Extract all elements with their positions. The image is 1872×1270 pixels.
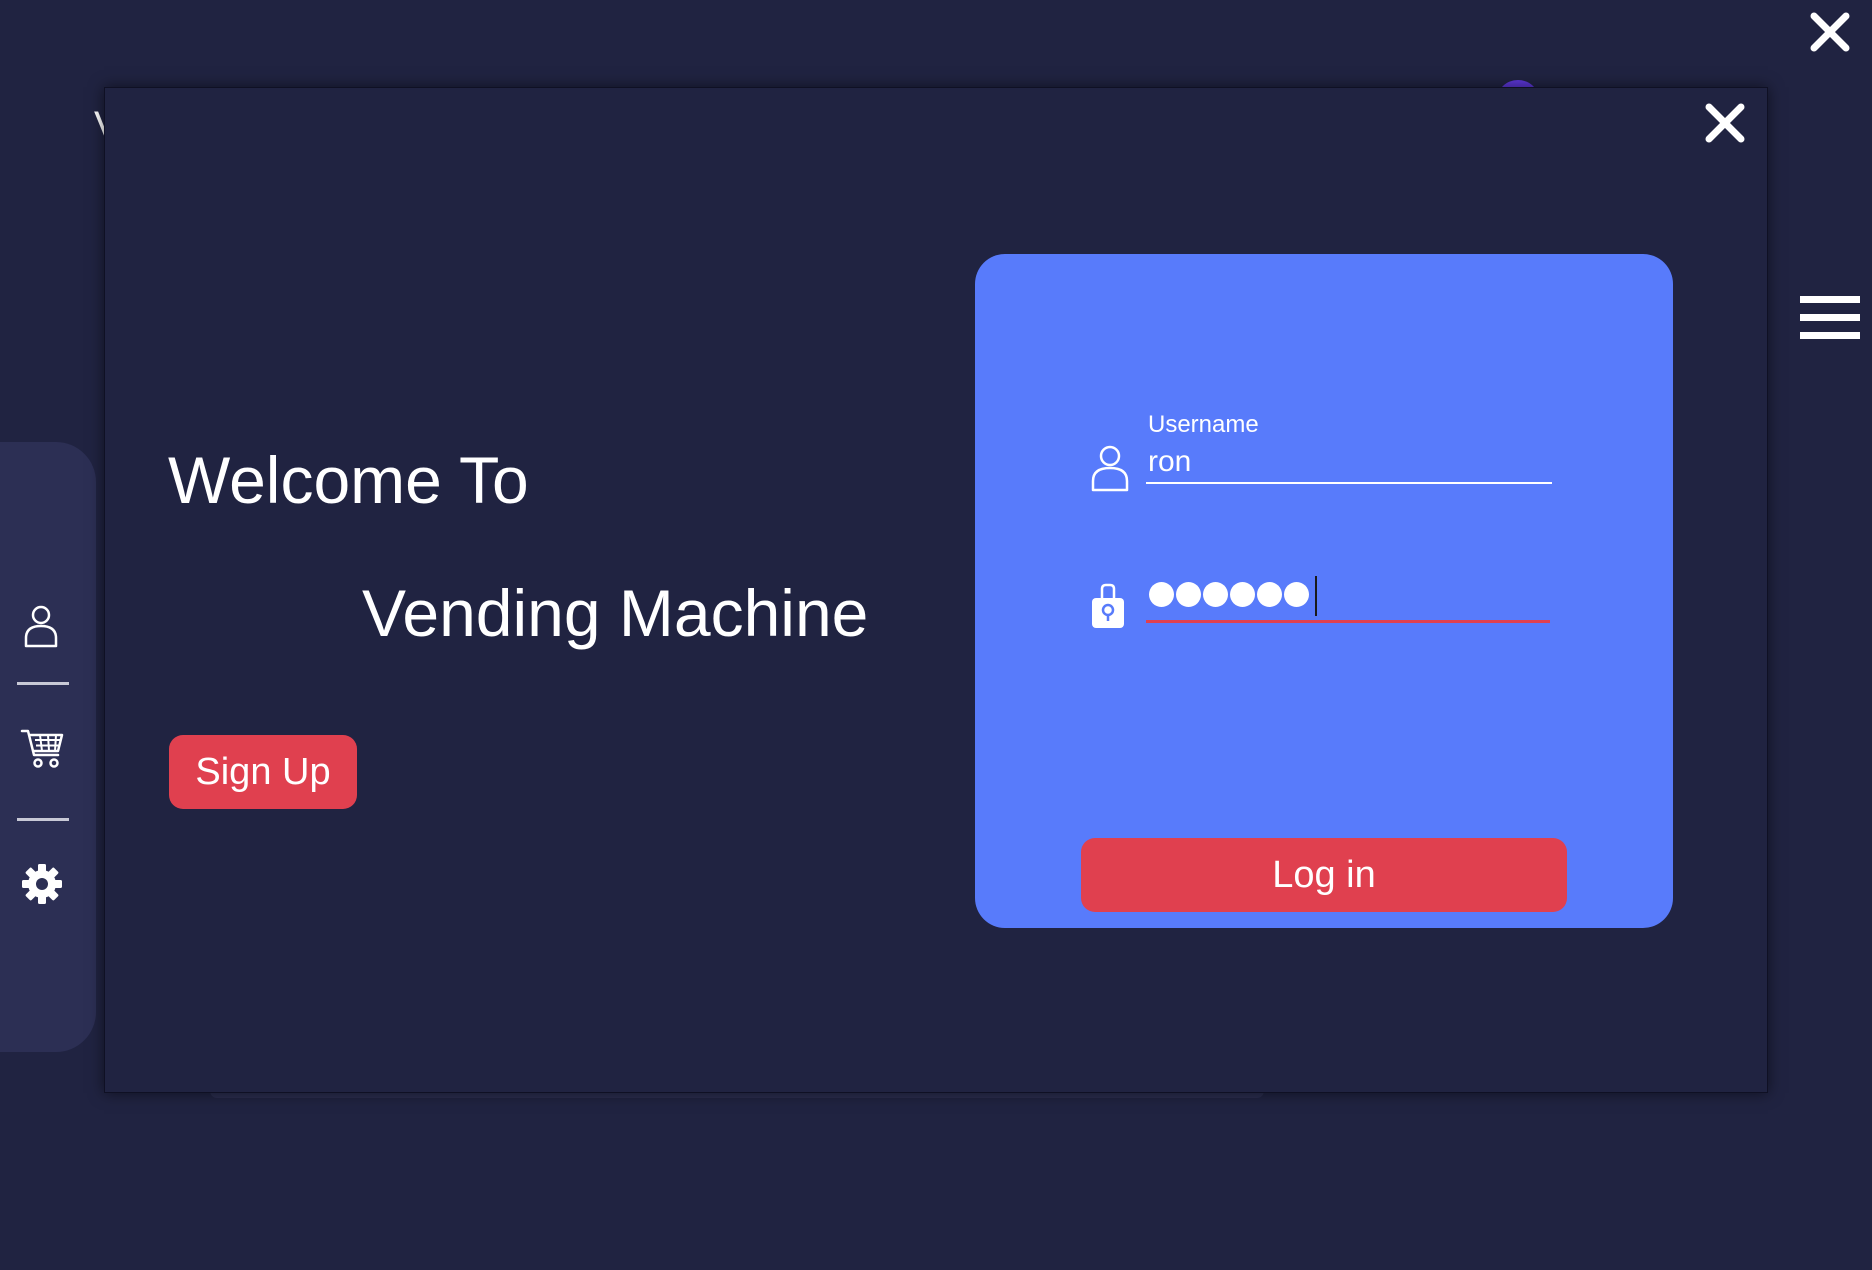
text-caret [1315, 576, 1317, 616]
username-label: Username [1148, 411, 1259, 438]
sidebar-divider [17, 682, 69, 685]
username-input[interactable] [1146, 442, 1552, 484]
password-dot [1284, 582, 1309, 607]
password-mask [1149, 582, 1309, 607]
password-input[interactable] [1146, 576, 1550, 623]
login-button[interactable]: Log in [1081, 838, 1567, 912]
sidebar-item-user[interactable] [24, 604, 58, 653]
user-icon [1091, 445, 1129, 492]
username-field-icon [1091, 444, 1129, 497]
lock-icon [1092, 583, 1124, 628]
hamburger-bar [1800, 296, 1860, 303]
password-dot [1203, 582, 1228, 607]
hamburger-bar [1800, 332, 1860, 339]
login-modal: Welcome To Vending Machine Sign Up Usern… [104, 87, 1768, 1093]
cart-icon [20, 729, 64, 768]
login-card: Username Log in [975, 254, 1673, 928]
sidebar [0, 442, 96, 1052]
sign-up-button[interactable]: Sign Up [169, 735, 357, 809]
password-dot [1149, 582, 1174, 607]
app-name-heading: Vending Machine [362, 576, 869, 650]
password-dot [1176, 582, 1201, 607]
sidebar-item-settings[interactable] [22, 864, 62, 909]
gear-icon [22, 864, 62, 904]
password-dot [1230, 582, 1255, 607]
close-icon [1810, 12, 1850, 52]
welcome-heading: Welcome To [168, 443, 529, 517]
password-field-icon [1091, 583, 1125, 634]
user-icon [24, 605, 58, 648]
hamburger-bar [1800, 314, 1860, 321]
hamburger-menu-button[interactable] [1800, 296, 1860, 340]
close-icon [1705, 103, 1745, 143]
sidebar-divider [17, 818, 69, 821]
password-dot [1257, 582, 1282, 607]
window-close-button[interactable] [1808, 10, 1852, 54]
app-background: V [0, 0, 1872, 1270]
modal-close-button[interactable] [1703, 101, 1747, 145]
sidebar-item-cart[interactable] [20, 727, 64, 774]
